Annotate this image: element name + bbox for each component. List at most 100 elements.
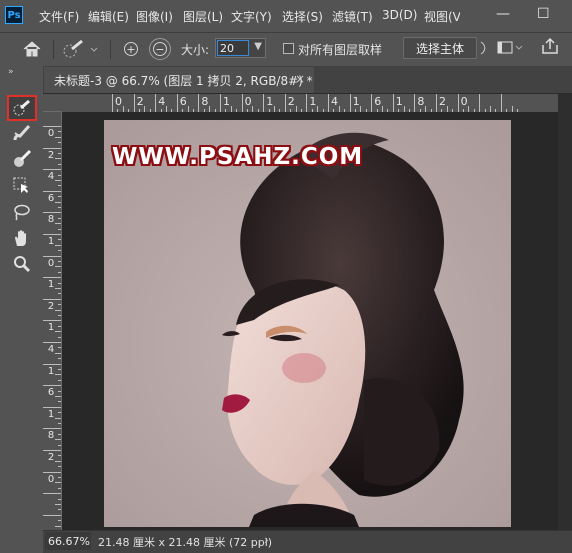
ruler-minor-tick (58, 347, 61, 349)
menu-3d[interactable]: 3D(D) (382, 8, 417, 22)
app-logo: Ps (5, 6, 23, 24)
home-icon[interactable] (22, 40, 42, 61)
chevron-down-icon[interactable]: ▼ (254, 41, 262, 52)
ruler-tick (457, 94, 459, 112)
ruler-tick (43, 255, 61, 257)
ruler-tick (43, 298, 61, 300)
ruler-tick (43, 234, 61, 235)
ruler-label: 0 (115, 95, 122, 108)
ruler-tick (155, 94, 157, 112)
ruler-minor-tick (58, 358, 61, 360)
document-tab[interactable]: 未标题-3 @ 66.7% (图层 1 拷贝 2, RGB/8#) * (44, 67, 314, 93)
ruler-label: 1 (47, 322, 55, 334)
share-icon[interactable] (541, 37, 559, 58)
ruler-tick (43, 428, 61, 430)
ruler-label: 2 (47, 452, 55, 463)
ruler-minor-tick (58, 271, 61, 273)
menu-filter[interactable]: 滤镜(T) (332, 8, 373, 25)
ruler-tick (43, 320, 61, 322)
ruler-label: 2 (136, 95, 144, 108)
add-to-selection-button[interactable]: + (124, 42, 138, 56)
minimize-button[interactable]: — (496, 6, 510, 22)
zoom-level[interactable]: 66.67% (45, 532, 91, 550)
ruler-minor-tick (58, 369, 61, 370)
menu-view[interactable]: 视图(V (424, 8, 460, 25)
quick-selection-brush-icon[interactable] (62, 39, 98, 62)
ruler-tick (349, 94, 351, 112)
ruler-tick (306, 94, 308, 112)
ruler-label: 2 (47, 300, 55, 312)
brush-icon[interactable] (9, 122, 35, 144)
lasso-icon[interactable] (9, 201, 35, 223)
panel-layout-icon[interactable] (497, 41, 523, 58)
ruler-tick (479, 94, 481, 112)
document-info[interactable]: 21.48 厘米 x 21.48 厘米 (72 ppi) (98, 534, 272, 550)
ruler-minor-tick (55, 504, 61, 505)
subtract-from-selection-button[interactable]: − (149, 38, 171, 60)
ruler-label: 6 (374, 95, 382, 108)
ruler-minor-tick (58, 142, 61, 144)
ruler-label: 8 (47, 430, 55, 442)
vertical-scrollbar[interactable] (558, 94, 572, 530)
quick-selection-icon[interactable] (7, 95, 37, 121)
menu-type[interactable]: 文字(Y) (231, 8, 272, 25)
menu-select[interactable]: 选择(S) (282, 8, 323, 25)
ruler-tick (414, 94, 416, 112)
size-field[interactable]: ▼ (215, 38, 266, 58)
select-subject-button[interactable]: 选择主体 (403, 37, 477, 59)
ruler-tick (176, 94, 178, 112)
separator (110, 40, 111, 59)
menu-image[interactable]: 图像(I) (136, 8, 173, 25)
vertical-ruler[interactable]: 02468101214161820 (43, 112, 62, 530)
refine-icon[interactable] (480, 41, 488, 58)
ruler-minor-tick (58, 466, 61, 468)
ruler-label: 6 (47, 387, 55, 399)
restore-button[interactable]: ☐ (537, 6, 550, 22)
size-input[interactable] (217, 40, 249, 56)
ruler-tick (43, 493, 61, 495)
ruler-label: 1 (47, 279, 55, 291)
ruler-minor-tick (58, 196, 61, 198)
ruler-minor-tick (58, 250, 61, 252)
horizontal-ruler[interactable]: 02468101214161820 (62, 94, 558, 113)
collapse-toolbar-button[interactable]: » (8, 67, 13, 77)
ruler-minor-tick (58, 174, 61, 176)
zoom-icon[interactable] (9, 253, 35, 275)
ruler-minor-tick (58, 207, 61, 208)
ruler-label: 0 (47, 257, 55, 269)
ruler-label: 4 (47, 344, 55, 355)
ruler-minor-tick (58, 498, 61, 500)
ruler-label: 0 (47, 128, 55, 139)
ruler-corner[interactable] (43, 94, 62, 112)
ruler-tick (43, 406, 61, 408)
ruler-label: 8 (417, 95, 425, 108)
ruler-minor-tick (58, 336, 61, 338)
ruler-minor-tick (58, 444, 61, 446)
hand-icon[interactable] (9, 227, 35, 249)
ruler-label: 1 (47, 408, 55, 420)
ruler-label: 8 (47, 214, 55, 226)
separator (53, 40, 54, 59)
menu-edit[interactable]: 编辑(E) (88, 8, 129, 25)
ruler-label: 0 (47, 473, 55, 485)
ruler-tick (392, 94, 394, 112)
ruler-minor-tick (58, 315, 61, 316)
ruler-label: 4 (331, 95, 338, 108)
ruler-label: 1 (309, 95, 317, 108)
size-label: 大小: (181, 43, 210, 57)
ruler-minor-tick (58, 423, 61, 424)
menu-layer[interactable]: 图层(L) (183, 8, 223, 25)
ruler-minor-tick (58, 228, 61, 230)
ruler-label: 1 (47, 365, 55, 377)
object-selection-icon[interactable] (9, 174, 35, 196)
artwork-image (104, 120, 511, 527)
ruler-minor-tick (58, 433, 61, 435)
close-tab-button[interactable]: × (295, 72, 305, 86)
mixer-brush-icon[interactable] (9, 148, 35, 170)
ruler-tick (198, 94, 200, 112)
ruler-minor-tick (58, 185, 61, 187)
menu-file[interactable]: 文件(F) (39, 8, 79, 25)
status-arrow-icon[interactable]: › (264, 533, 269, 547)
sample-all-layers-checkbox[interactable] (283, 43, 294, 54)
sample-all-layers-label: 对所有图层取样 (298, 43, 383, 57)
